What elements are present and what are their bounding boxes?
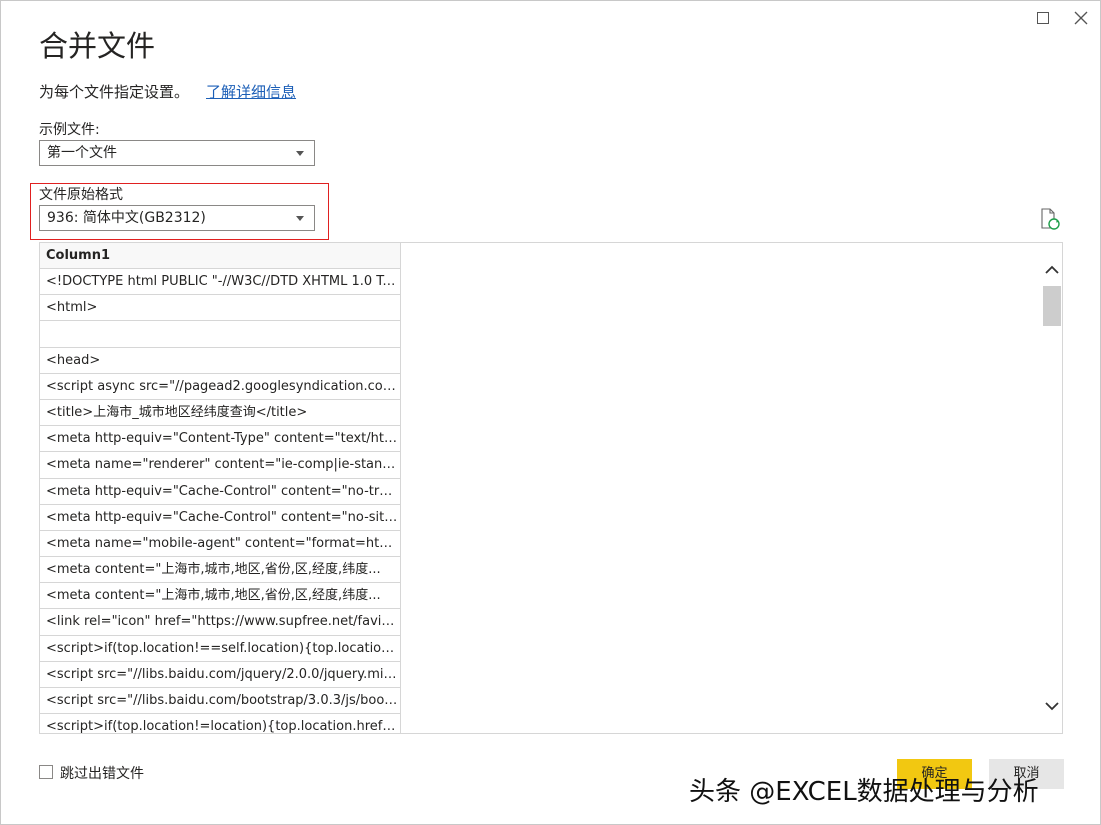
sample-file-select[interactable]: 第一个文件 <box>39 140 315 166</box>
table-row[interactable]: <link rel="icon" href="https://www.supfr… <box>40 609 401 636</box>
table-row[interactable]: <meta content="上海市,城市,地区,省份,区,经度,纬度... <box>40 583 401 610</box>
table-row[interactable] <box>40 321 401 348</box>
preview-grid: Column1 <!DOCTYPE html PUBLIC "-//W3C//D… <box>40 243 401 733</box>
watermark-text: 头条 @EXCEL数据处理与分析 <box>689 777 1039 807</box>
skip-errors-label: 跳过出错文件 <box>60 766 144 782</box>
sample-file-label: 示例文件: <box>39 122 100 138</box>
dialog-title: 合并文件 <box>39 29 156 63</box>
table-row[interactable]: <script async src="//pagead2.googlesyndi… <box>40 373 401 400</box>
table-row[interactable]: <meta http-equiv="Cache-Control" content… <box>40 478 401 505</box>
dialog-subtitle: 为每个文件指定设置。 <box>39 83 190 101</box>
preview-table: Column1 <!DOCTYPE html PUBLIC "-//W3C//D… <box>39 242 1063 734</box>
file-origin-label: 文件原始格式 <box>39 187 123 203</box>
table-row[interactable]: <script src="//libs.baidu.com/jquery/2.0… <box>40 661 401 688</box>
refresh-preview-button[interactable] <box>1039 207 1061 231</box>
file-origin-value: 936: 简体中文(GB2312) <box>47 210 206 226</box>
table-row[interactable]: <script src="//libs.baidu.com/bootstrap/… <box>40 688 401 715</box>
combine-files-dialog: 合并文件 为每个文件指定设置。 了解详细信息 示例文件: 第一个文件 文件原始格… <box>0 0 1101 825</box>
skip-errors-checkbox[interactable] <box>39 765 53 779</box>
table-row[interactable]: <script>if(top.location!==self.location)… <box>40 635 401 662</box>
chevron-down-icon <box>1045 702 1059 711</box>
maximize-button[interactable] <box>1032 7 1054 29</box>
chevron-up-icon <box>1045 265 1059 274</box>
table-row[interactable]: <!DOCTYPE html PUBLIC "-//W3C//DTD XHTML… <box>40 269 401 296</box>
sample-file-value: 第一个文件 <box>47 145 117 161</box>
table-row[interactable]: <meta name="mobile-agent" content="forma… <box>40 530 401 558</box>
table-row[interactable]: <html> <box>40 295 401 322</box>
scroll-thumb[interactable] <box>1043 286 1061 326</box>
caret-down-icon <box>296 216 304 221</box>
table-row[interactable]: <meta http-equiv="Cache-Control" content… <box>40 504 401 531</box>
refresh-file-icon <box>1041 208 1060 230</box>
scroll-up-button[interactable] <box>1041 259 1062 281</box>
table-row[interactable]: <meta name="renderer" content="ie-comp|i… <box>40 452 401 479</box>
caret-down-icon <box>296 151 304 156</box>
table-row[interactable]: <meta content="上海市,城市,地区,省份,区,经度,纬度... <box>40 557 401 584</box>
close-icon <box>1074 11 1088 25</box>
column-header[interactable]: Column1 <box>40 243 401 269</box>
scroll-down-button[interactable] <box>1041 695 1062 717</box>
maximize-icon <box>1037 12 1049 24</box>
file-origin-select[interactable]: 936: 简体中文(GB2312) <box>39 205 315 231</box>
table-row[interactable]: <script>if(top.location!=location){top.l… <box>40 714 401 733</box>
table-row[interactable]: <title>上海市_城市地区经纬度查询</title> <box>40 399 401 427</box>
learn-more-link[interactable]: 了解详细信息 <box>206 81 296 102</box>
close-button[interactable] <box>1070 7 1092 29</box>
table-row[interactable]: <meta http-equiv="Content-Type" content=… <box>40 426 401 453</box>
table-row[interactable]: <head> <box>40 347 401 374</box>
vertical-scrollbar[interactable] <box>1041 257 1062 720</box>
